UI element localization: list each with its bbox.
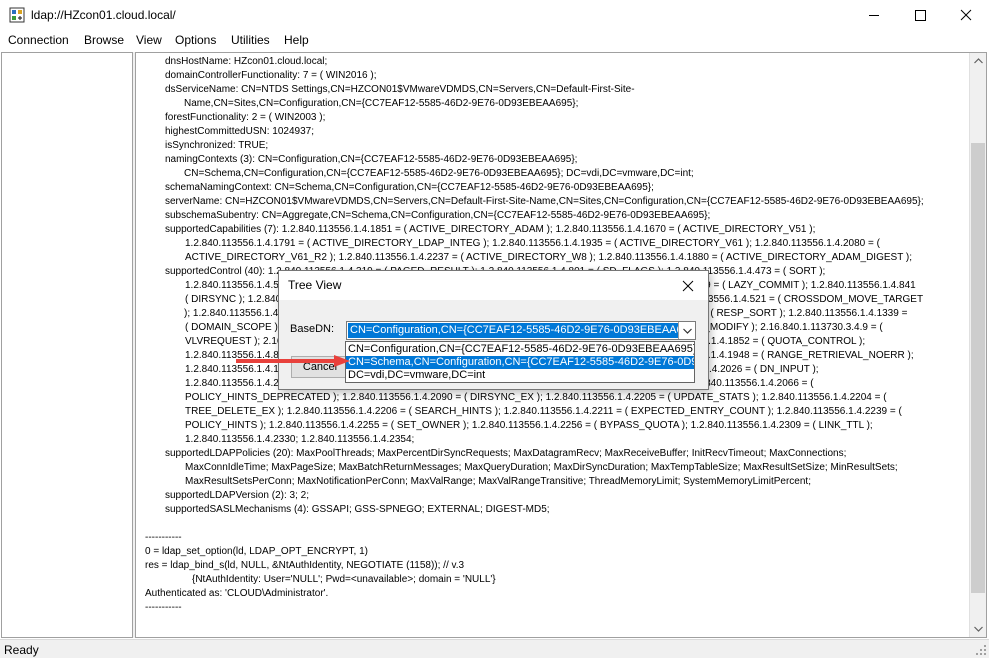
annotation-arrow-icon xyxy=(236,355,350,367)
output-line: ACTIVE_DIRECTORY_V61_R2 ); 1.2.840.11355… xyxy=(185,252,913,263)
combobox-dropdown-button[interactable] xyxy=(678,322,695,339)
scroll-up-arrow-icon[interactable] xyxy=(970,53,987,70)
output-line: POLICY_HINTS_DEPRECATED ); 1.2.840.11355… xyxy=(185,392,887,403)
output-line: domainControllerFunctionality: 7 = ( WIN… xyxy=(165,70,377,81)
tree-pane[interactable] xyxy=(1,52,133,638)
output-line: {NtAuthIdentity: User='NULL'; Pwd=<unava… xyxy=(192,574,496,585)
close-icon xyxy=(960,9,972,21)
basedn-combobox[interactable]: CN=Configuration,CN={CC7EAF12-5585-46D2-… xyxy=(346,321,696,340)
output-line: POLICY_HINTS ); 1.2.840.113556.1.4.2255 … xyxy=(185,420,873,431)
output-line: forestFunctionality: 2 = ( WIN2003 ); xyxy=(165,112,326,123)
output-line: isSynchronized: TRUE; xyxy=(165,140,269,151)
output-line: TREE_DELETE_EX ); 1.2.840.113556.1.4.220… xyxy=(185,406,902,417)
output-line: 0 = ldap_set_option(ld, LDAP_OPT_ENCRYPT… xyxy=(145,546,368,557)
output-line: MaxResultSetsPerConn; MaxNotificationPer… xyxy=(185,476,811,487)
basedn-label: BaseDN: xyxy=(290,323,335,335)
dialog-title-bar[interactable]: Tree View xyxy=(279,271,708,300)
output-line: CN=Schema,CN=Configuration,CN={CC7EAF12-… xyxy=(184,168,694,179)
dropdown-option[interactable]: CN=Configuration,CN={CC7EAF12-5585-46D2-… xyxy=(346,343,694,356)
output-line: supportedSASLMechanisms (4): GSSAPI; GSS… xyxy=(165,504,550,515)
menu-connection[interactable]: Connection xyxy=(8,33,69,47)
maximize-icon xyxy=(915,10,926,21)
output-line: schemaNamingContext: CN=Schema,CN=Config… xyxy=(165,182,654,193)
menu-bar: Connection Browse View Options Utilities… xyxy=(0,31,989,51)
basedn-combobox-value[interactable]: CN=Configuration,CN={CC7EAF12-5585-46D2-… xyxy=(348,323,680,338)
scroll-down-arrow-icon[interactable] xyxy=(970,620,987,637)
dropdown-option-highlighted[interactable]: CN=Schema,CN=Configuration,CN={CC7EAF12-… xyxy=(346,356,694,369)
output-line: dnsHostName: HZcon01.cloud.local; xyxy=(165,56,328,67)
output-line: serverName: CN=HZCON01$VMwareVDMDS,CN=Se… xyxy=(165,196,924,207)
dialog-close-icon[interactable] xyxy=(677,275,699,297)
output-line: namingContexts (3): CN=Configuration,CN=… xyxy=(165,154,578,165)
menu-options[interactable]: Options xyxy=(175,33,216,47)
output-line: res = ldap_bind_s(ld, NULL, &NtAuthIdent… xyxy=(145,560,465,571)
maximize-button[interactable] xyxy=(897,0,943,31)
window-title: ldap://HZcon01.cloud.local/ xyxy=(31,8,176,22)
output-line: subschemaSubentry: CN=Aggregate,CN=Schem… xyxy=(165,210,711,221)
output-line: Name,CN=Sites,CN=Configuration,CN={CC7EA… xyxy=(184,98,579,109)
chevron-down-icon xyxy=(683,328,692,334)
output-line: MaxConnIdleTime; MaxPageSize; MaxBatchRe… xyxy=(185,462,898,473)
output-line: supportedLDAPPolicies (20): MaxPoolThrea… xyxy=(165,448,847,459)
output-line: 1.2.840.113556.1.4.1791 = ( ACTIVE_DIREC… xyxy=(185,238,880,249)
menu-utilities[interactable]: Utilities xyxy=(231,33,270,47)
output-line: supportedLDAPVersion (2): 3; 2; xyxy=(165,490,309,501)
title-bar[interactable]: ldap://HZcon01.cloud.local/ xyxy=(0,0,989,31)
status-bar: Ready xyxy=(0,639,989,658)
menu-browse[interactable]: Browse xyxy=(84,33,124,47)
output-line: Authenticated as: 'CLOUD\Administrator'. xyxy=(145,588,329,599)
status-text: Ready xyxy=(4,643,39,657)
ldp-app-icon xyxy=(9,7,25,23)
dialog-title: Tree View xyxy=(288,278,342,292)
minimize-button[interactable] xyxy=(851,0,897,31)
vertical-scrollbar[interactable] xyxy=(969,53,986,637)
output-line: supportedCapabilities (7): 1.2.840.11355… xyxy=(165,224,816,235)
menu-help[interactable]: Help xyxy=(284,33,309,47)
output-line: highestCommittedUSN: 1024937; xyxy=(165,126,314,137)
dropdown-option[interactable]: DC=vdi,DC=vmware,DC=int xyxy=(346,369,694,382)
close-button[interactable] xyxy=(943,0,989,31)
resize-grip-icon[interactable] xyxy=(975,644,987,656)
menu-view[interactable]: View xyxy=(136,33,162,47)
output-line: ----------- xyxy=(145,532,182,543)
output-line: ----------- xyxy=(145,602,182,613)
output-line: 1.2.840.113556.1.4.2330; 1.2.840.113556.… xyxy=(185,434,415,445)
output-line: dsServiceName: CN=NTDS Settings,CN=HZCON… xyxy=(165,84,635,95)
scroll-thumb[interactable] xyxy=(971,143,985,593)
basedn-dropdown-list[interactable]: CN=Configuration,CN={CC7EAF12-5585-46D2-… xyxy=(345,341,695,383)
minimize-icon xyxy=(869,15,879,16)
